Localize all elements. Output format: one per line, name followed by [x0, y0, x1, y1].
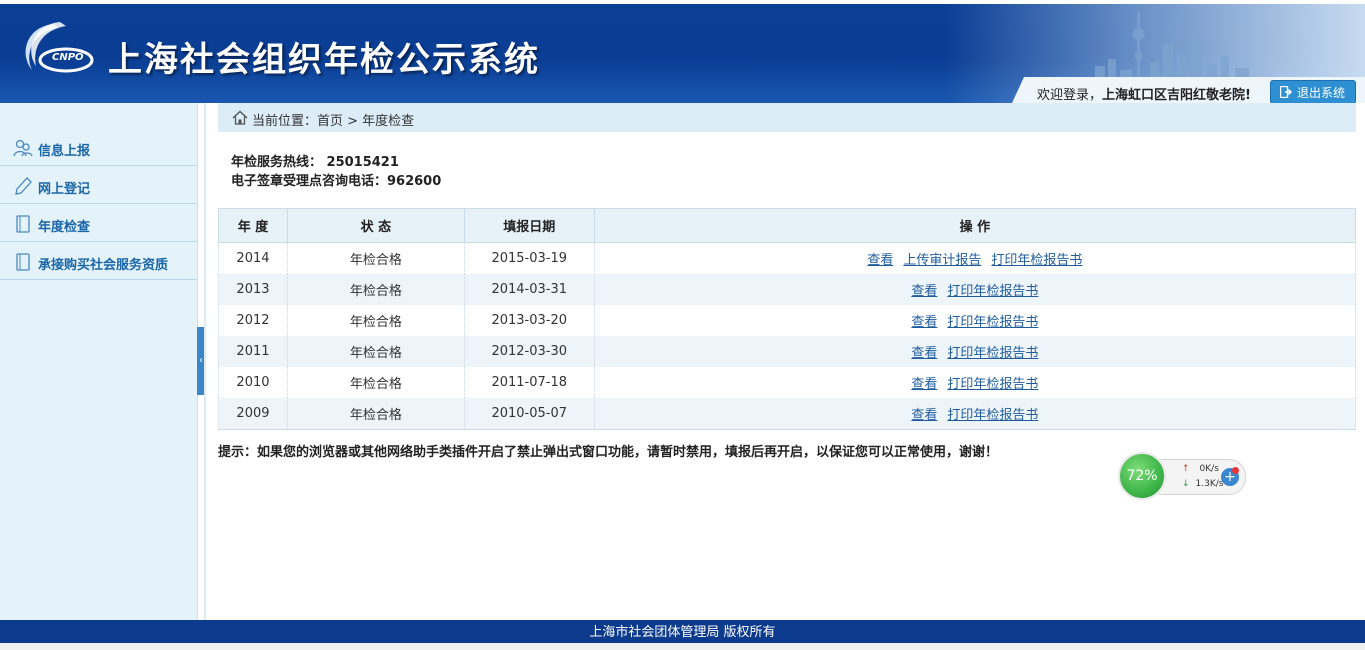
view-link[interactable]: 查看	[911, 377, 937, 392]
footer: 上海市社会团体管理局 版权所有	[0, 620, 1365, 643]
column-header-date: 填报日期	[463, 208, 595, 243]
cell-date: 2010-05-07	[463, 398, 595, 430]
user-name: 上海虹口区吉阳红敬老院!	[1102, 88, 1251, 103]
cell-actions: 查看 打印年检报告书	[593, 274, 1357, 305]
cell-year: 2009	[218, 398, 288, 430]
sidebar-item-label: 承接购买社会服务资质	[38, 258, 169, 273]
view-link[interactable]: 查看	[867, 253, 893, 268]
cell-status: 年检合格	[286, 398, 465, 430]
cell-actions: 查看 打印年检报告书	[593, 336, 1357, 367]
cell-actions: 查看 打印年检报告书	[593, 367, 1357, 398]
column-header-status: 状 态	[286, 208, 465, 243]
download-speed-value: 1.3K/s	[1195, 479, 1224, 489]
cell-year: 2010	[218, 367, 288, 398]
cell-year: 2011	[218, 336, 288, 367]
cell-status: 年检合格	[286, 305, 465, 336]
cell-date: 2011-07-18	[463, 367, 595, 398]
table-row: 2014 年检合格 2015-03-19 查看 上传审计报告 打印年检报告书	[218, 242, 1357, 274]
arrow-down-icon: ↓	[1182, 479, 1190, 489]
document-icon	[16, 253, 30, 271]
table-row: 2011 年检合格 2012-03-30 查看 打印年检报告书	[218, 336, 1357, 367]
seal-phone-text: 电子签章受理点咨询电话：962600	[231, 174, 442, 189]
cell-status: 年检合格	[286, 367, 465, 398]
cell-year: 2012	[218, 305, 288, 336]
cell-date: 2014-03-31	[463, 274, 595, 305]
logout-label: 退出系统	[1297, 86, 1346, 100]
breadcrumb: 当前位置：首页 > 年度检查	[218, 103, 1356, 132]
welcome-prefix: 欢迎登录，	[1037, 88, 1103, 103]
logout-icon	[1280, 86, 1292, 98]
view-link[interactable]: 查看	[911, 408, 937, 423]
print-report-link[interactable]: 打印年检报告书	[947, 377, 1038, 392]
table-row: 2010 年检合格 2011-07-18 查看 打印年检报告书	[218, 367, 1357, 398]
logo-text: CNPO	[52, 52, 84, 63]
table-row: 2012 年检合格 2013-03-20 查看 打印年检报告书	[218, 305, 1357, 336]
view-link[interactable]: 查看	[911, 346, 937, 361]
document-icon	[16, 215, 30, 233]
content-divider	[204, 103, 206, 620]
cell-date: 2015-03-19	[463, 242, 595, 274]
pen-icon	[15, 177, 32, 195]
inspection-table: 年 度 状 态 填报日期 操 作 2014 年检合格 2015-03-19 查看…	[218, 208, 1357, 430]
chevron-left-icon: ‹	[199, 355, 203, 366]
home-icon	[232, 110, 248, 125]
cell-date: 2012-03-30	[463, 336, 595, 367]
notification-dot	[1232, 467, 1239, 474]
print-report-link[interactable]: 打印年检报告书	[947, 346, 1038, 361]
cell-status: 年检合格	[286, 336, 465, 367]
print-report-link[interactable]: 打印年检报告书	[991, 253, 1082, 268]
cnpo-logo: CNPO	[14, 18, 96, 84]
browser-status-bar	[0, 643, 1365, 650]
cell-actions: 查看 打印年检报告书	[593, 305, 1357, 336]
table-row: 2009 年检合格 2010-05-07 查看 打印年检报告书	[218, 398, 1357, 430]
cell-year: 2014	[218, 242, 288, 274]
upload-speed: ↑ 0K/s	[1182, 464, 1219, 474]
table-row: 2013 年检合格 2014-03-31 查看 打印年检报告书	[218, 274, 1357, 305]
column-header-actions: 操 作	[593, 208, 1357, 243]
site-header: CNPO 上海社会组织年检公示系统 欢迎登录，上海虹口区吉阳红敬老院! 退出系统	[0, 4, 1365, 103]
upload-audit-report-link[interactable]: 上传审计报告	[903, 253, 981, 268]
contact-info: 年检服务热线： 25015421 电子签章受理点咨询电话：962600	[231, 153, 441, 191]
copyright-text: 上海市社会团体管理局 版权所有	[589, 625, 776, 640]
sidebar-item-label: 网上登记	[38, 182, 91, 197]
cell-date: 2013-03-20	[463, 305, 595, 336]
view-link[interactable]: 查看	[911, 315, 937, 330]
sidebar-item-annual-inspection[interactable]: 年度检查	[0, 206, 197, 242]
memory-percent-badge[interactable]: 72%	[1118, 452, 1166, 500]
popup-tip: 提示：如果您的浏览器或其他网络助手类插件开启了禁止弹出式窗口功能，请暂时禁用，填…	[218, 445, 999, 460]
logout-button[interactable]: 退出系统	[1270, 80, 1356, 103]
arrow-up-icon: ↑	[1182, 464, 1190, 474]
breadcrumb-text: 当前位置：首页 > 年度检查	[252, 114, 415, 129]
cell-status: 年检合格	[286, 274, 465, 305]
sidebar-item-label: 年度检查	[38, 220, 91, 235]
print-report-link[interactable]: 打印年检报告书	[947, 408, 1038, 423]
column-header-year: 年 度	[218, 208, 288, 243]
sidebar-item-online-registration[interactable]: 网上登记	[0, 168, 197, 204]
print-report-link[interactable]: 打印年检报告书	[947, 284, 1038, 299]
cell-actions: 查看 上传审计报告 打印年检报告书	[593, 242, 1357, 274]
download-speed: ↓ 1.3K/s	[1182, 479, 1223, 489]
print-report-link[interactable]: 打印年检报告书	[947, 315, 1038, 330]
sidebar-item-service-qualification[interactable]: 承接购买社会服务资质	[0, 244, 197, 280]
welcome-message: 欢迎登录，上海虹口区吉阳红敬老院!	[1037, 84, 1251, 103]
cell-year: 2013	[218, 274, 288, 305]
users-icon	[13, 139, 33, 157]
cell-actions: 查看 打印年检报告书	[593, 398, 1357, 430]
table-header-row: 年 度 状 态 填报日期 操 作	[218, 208, 1357, 243]
upload-speed-value: 0K/s	[1199, 464, 1219, 474]
sidebar-item-label: 信息上报	[38, 144, 91, 159]
sidebar-item-info-report[interactable]: 信息上报	[0, 130, 197, 166]
sidebar: 信息上报 网上登记 年度检查 承接购买社会服务资质	[0, 103, 198, 620]
network-speed-widget[interactable]: 72% ↑ 0K/s ↓ 1.3K/s +	[1118, 451, 1246, 501]
site-title: 上海社会组织年检公示系统	[108, 40, 540, 80]
view-link[interactable]: 查看	[911, 284, 937, 299]
cell-status: 年检合格	[286, 242, 465, 274]
hotline-text: 年检服务热线： 25015421	[231, 155, 399, 170]
